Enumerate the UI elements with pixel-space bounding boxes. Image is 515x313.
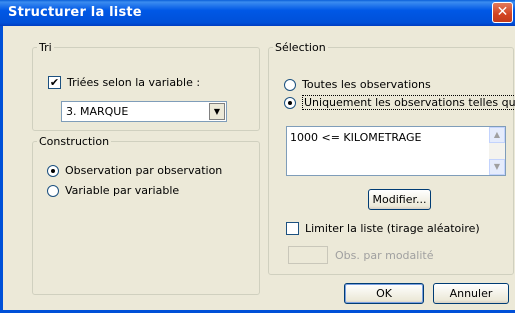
- scroll-down-icon[interactable]: ▼: [489, 159, 505, 175]
- selection-option-all[interactable]: Toutes les observations: [284, 78, 431, 91]
- sort-variable-select[interactable]: 3. MARQUE ▼: [61, 101, 227, 122]
- radio-variable[interactable]: [47, 184, 59, 197]
- sort-variable-value: 3. MARQUE: [66, 105, 129, 118]
- obs-per-modality-label: Obs. par modalité: [335, 249, 434, 262]
- condition-textarea[interactable]: 1000 <= KILOMETRAGE ▲ ▼: [286, 126, 506, 176]
- cancel-button[interactable]: Annuler: [433, 283, 509, 304]
- selection-option-label: Uniquement les observations telles que .…: [302, 95, 515, 110]
- construction-option-label: Observation par observation: [65, 164, 223, 177]
- dialog-window: Structurer la liste ✕ Tri ✔ Triées selon…: [0, 0, 515, 313]
- construction-option-observation[interactable]: Observation par observation: [47, 164, 222, 177]
- construction-legend: Construction: [39, 135, 110, 148]
- selection-option-label: Toutes les observations: [302, 78, 431, 91]
- radio-observation[interactable]: [47, 164, 59, 177]
- ok-button[interactable]: OK: [344, 283, 424, 304]
- chevron-down-icon[interactable]: ▼: [209, 103, 225, 120]
- selection-option-filtered[interactable]: Uniquement les observations telles que .…: [284, 95, 515, 110]
- tri-legend: Tri: [39, 41, 52, 54]
- condition-scrollbar[interactable]: ▲ ▼: [489, 127, 505, 175]
- construction-group: Construction: [32, 135, 260, 295]
- sort-by-variable-label: Triées selon la variable :: [67, 76, 201, 89]
- limit-list-label: Limiter la liste (tirage aléatoire): [305, 222, 480, 235]
- window-border-left: [0, 26, 3, 313]
- sort-by-variable-checkbox[interactable]: ✔: [48, 76, 61, 89]
- scroll-up-icon[interactable]: ▲: [489, 127, 505, 143]
- selection-legend: Sélection: [275, 41, 326, 54]
- limit-list-checkbox[interactable]: [286, 222, 299, 235]
- condition-text: 1000 <= KILOMETRAGE: [290, 131, 422, 144]
- title-bar[interactable]: Structurer la liste ✕: [0, 0, 515, 26]
- radio-filtered[interactable]: [284, 96, 296, 109]
- obs-per-modality-input[interactable]: [288, 246, 328, 264]
- dialog-title: Structurer la liste: [8, 5, 142, 20]
- modify-button[interactable]: Modifier...: [368, 189, 431, 210]
- construction-option-label: Variable par variable: [65, 184, 180, 197]
- radio-all[interactable]: [284, 78, 296, 91]
- close-icon[interactable]: ✕: [492, 2, 513, 23]
- construction-option-variable[interactable]: Variable par variable: [47, 184, 179, 197]
- limit-list-checkbox-row[interactable]: Limiter la liste (tirage aléatoire): [286, 222, 480, 235]
- sort-by-variable-checkbox-row[interactable]: ✔ Triées selon la variable :: [48, 76, 200, 89]
